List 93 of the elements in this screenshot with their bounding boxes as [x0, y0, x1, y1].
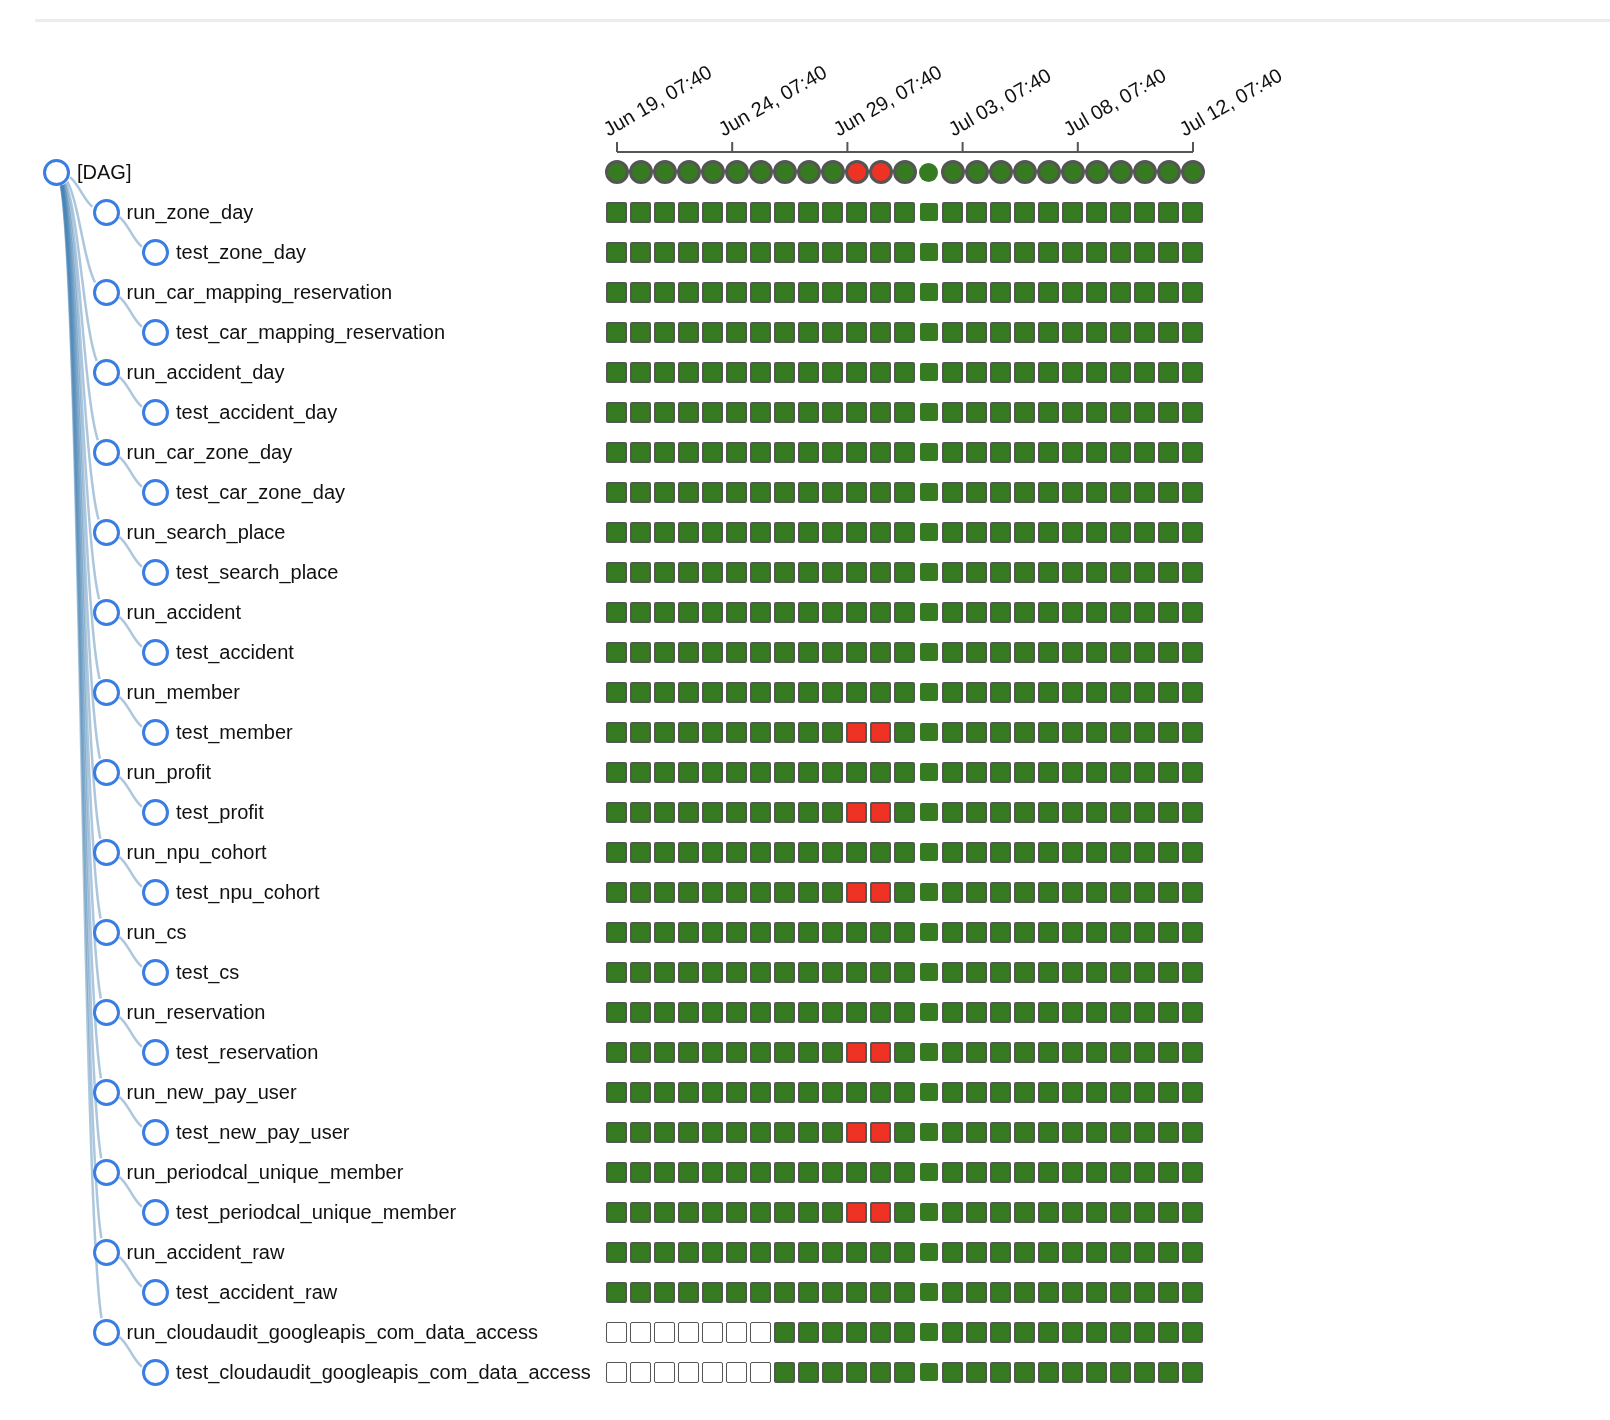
task-label: run_accident: [126, 600, 242, 624]
tree-node-icon[interactable]: [92, 918, 120, 946]
tree-node-icon[interactable]: [142, 558, 169, 586]
axis-tick-label: Jul 03, 07:40: [944, 63, 1056, 141]
run-status-dot-icon[interactable]: [844, 160, 869, 184]
tree-node-icon[interactable]: [142, 398, 169, 426]
task-label: test_member: [176, 720, 293, 744]
tree-node-icon[interactable]: [142, 798, 169, 826]
tree-node-icon[interactable]: [92, 598, 120, 626]
tree-node-icon[interactable]: [92, 1318, 120, 1346]
task-label: test_new_pay_user: [176, 1120, 350, 1144]
axis-tick-label: Jul 12, 07:40: [1175, 63, 1286, 141]
dag-label: [DAG]: [77, 160, 132, 184]
run-status-dot-icon[interactable]: [1156, 160, 1181, 184]
task-label: test_accident: [176, 640, 294, 664]
tree-node-icon[interactable]: [142, 478, 169, 506]
run-status-dot-icon[interactable]: [1132, 160, 1157, 184]
tree-node-icon[interactable]: [92, 358, 120, 386]
tree-node-icon[interactable]: [142, 718, 169, 746]
tree-node-icon[interactable]: [142, 238, 169, 266]
tree-node-icon[interactable]: [142, 1278, 169, 1306]
run-status-dot-icon[interactable]: [964, 160, 989, 184]
task-label: run_accident_day: [126, 360, 285, 384]
task-label: run_car_zone_day: [126, 440, 293, 464]
task-label: test_zone_day: [176, 240, 307, 264]
run-status-dot-icon[interactable]: [724, 160, 749, 184]
tree-node-icon[interactable]: [92, 1238, 120, 1266]
tree-node-icon[interactable]: [92, 1078, 120, 1106]
tree-node-icon[interactable]: [92, 198, 120, 226]
run-status-dot-icon[interactable]: [1108, 160, 1133, 184]
task-label: run_cs: [126, 920, 187, 944]
run-status-dot-icon[interactable]: [919, 162, 938, 182]
task-label: test_accident_day: [176, 400, 338, 424]
tree-node-icon[interactable]: [92, 678, 120, 706]
task-label: run_car_mapping_reservation: [126, 280, 393, 304]
run-status-dot-icon[interactable]: [1060, 160, 1085, 184]
run-status-dot-icon[interactable]: [988, 160, 1013, 184]
run-status-dot-icon[interactable]: [1180, 160, 1205, 184]
axis-tick-label: Jun 24, 07:40: [714, 60, 831, 141]
axis-tick-label: Jul 08, 07:40: [1059, 63, 1171, 141]
task-label: test_cloudaudit_googleapis_com_data_access: [176, 1360, 591, 1384]
run-status-dot-icon[interactable]: [652, 160, 677, 184]
task-label: run_periodcal_unique_member: [126, 1160, 404, 1184]
tree-node-icon[interactable]: [92, 518, 120, 546]
tree-node-icon[interactable]: [142, 638, 169, 666]
run-status-dot-icon[interactable]: [940, 160, 965, 184]
task-label: test_reservation: [176, 1040, 319, 1064]
task-label: test_car_mapping_reservation: [176, 320, 446, 344]
task-label: test_car_zone_day: [176, 480, 345, 504]
run-status-dot-icon[interactable]: [820, 160, 845, 184]
task-label: test_npu_cohort: [176, 880, 320, 904]
tree-node-icon[interactable]: [92, 1158, 120, 1186]
task-label: run_member: [126, 680, 240, 704]
run-status-dot-icon[interactable]: [748, 160, 773, 184]
task-label: run_cloudaudit_googleapis_com_data_access: [126, 1320, 538, 1344]
tree-node-icon[interactable]: [92, 758, 120, 786]
task-label: run_profit: [126, 760, 211, 784]
run-status-dot-icon[interactable]: [676, 160, 701, 184]
run-status-dot-icon[interactable]: [796, 160, 821, 184]
run-status-dot-icon[interactable]: [868, 160, 893, 184]
task-label: test_periodcal_unique_member: [176, 1200, 457, 1224]
tree-node-icon[interactable]: [92, 278, 120, 306]
axis-tick-label: Jun 19, 07:40: [599, 60, 716, 141]
task-label: run_reservation: [126, 1000, 266, 1024]
task-label: test_cs: [176, 960, 240, 984]
tree-node-icon[interactable]: [142, 318, 169, 346]
tree-node-icon[interactable]: [142, 1358, 169, 1386]
tree-node-icon[interactable]: [142, 1198, 169, 1226]
tree-node-icon[interactable]: [92, 838, 120, 866]
task-label: test_profit: [176, 800, 264, 824]
tree-node-icon[interactable]: [142, 1118, 169, 1146]
tree-node-icon[interactable]: [92, 998, 120, 1026]
tree-node-icon[interactable]: [142, 878, 169, 906]
run-status-dot-icon[interactable]: [1036, 160, 1061, 184]
run-status-dot-icon[interactable]: [628, 160, 653, 184]
run-status-dot-icon[interactable]: [1012, 160, 1037, 184]
task-label: run_new_pay_user: [126, 1080, 297, 1104]
task-label: test_accident_raw: [176, 1280, 338, 1304]
tree-node-icon[interactable]: [142, 1038, 169, 1066]
run-status-dot-icon[interactable]: [700, 160, 725, 184]
run-status-dot-icon[interactable]: [772, 160, 797, 184]
axis-tick-label: Jun 29, 07:40: [829, 60, 946, 141]
task-label: run_zone_day: [126, 200, 254, 224]
tree-node-icon[interactable]: [43, 158, 70, 186]
task-label: test_search_place: [176, 560, 339, 584]
task-label: run_search_place: [126, 520, 286, 544]
run-status-dot-icon[interactable]: [892, 160, 917, 184]
task-label: run_accident_raw: [126, 1240, 285, 1264]
run-status-dot-icon[interactable]: [1084, 160, 1109, 184]
run-status-dot-icon[interactable]: [604, 160, 629, 184]
tree-node-icon[interactable]: [142, 958, 169, 986]
tree-node-icon[interactable]: [92, 438, 120, 466]
task-label: run_npu_cohort: [126, 840, 267, 864]
